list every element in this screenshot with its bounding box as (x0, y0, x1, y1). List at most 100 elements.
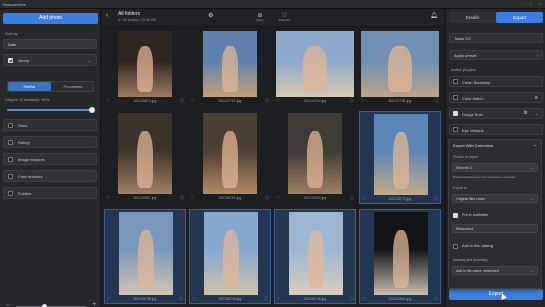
info-icon[interactable]: ⓘ (180, 98, 184, 104)
heart-icon[interactable]: ♡ (106, 195, 110, 200)
heart-icon[interactable]: ♡ (361, 98, 365, 103)
export-button[interactable]: Export (449, 289, 543, 300)
filter-checkbox[interactable] (8, 123, 13, 128)
info-icon[interactable]: ⓘ (350, 195, 354, 201)
photo-image[interactable] (288, 113, 342, 194)
subfolder-name-input[interactable]: Retouched (452, 224, 538, 233)
back-arrow-icon[interactable]: ‹ (106, 12, 108, 19)
filter-rating[interactable]: Rating (3, 136, 97, 148)
info-icon[interactable]: ⓘ (434, 196, 438, 202)
heart-icon[interactable]: ♡ (276, 195, 280, 200)
plugin-checkbox[interactable] (453, 79, 458, 84)
catalog-checkbox[interactable] (453, 244, 458, 249)
photo-image[interactable] (118, 31, 172, 97)
photo-thumbnail[interactable]: DSC04754.jpg ♡ ⓘ (274, 29, 356, 107)
photo-thumbnail[interactable]: DSC09753.jpg ♡ ⓘ (189, 111, 271, 204)
photo-thumbnail[interactable]: DSC09997.jpg ♡ ⓘ (104, 111, 186, 204)
photo-image[interactable] (361, 31, 439, 97)
filter-folders[interactable]: Folders (3, 187, 97, 199)
plugin-checkbox[interactable] (453, 127, 458, 132)
segment-processed[interactable]: Processed (52, 82, 94, 91)
plugin-clean-backdrop[interactable]: Clean Backdrop (449, 76, 543, 87)
photo-image[interactable] (374, 114, 428, 195)
photo-thumbnail[interactable]: DSC02064.jpg ♡ ⓘ (359, 209, 441, 304)
sort-select[interactable]: Date ⌄ (3, 39, 97, 49)
tasks-row[interactable]: Tasks 2/2 (449, 33, 543, 43)
info-icon[interactable]: ⓘ (265, 195, 269, 201)
filter-checkbox[interactable] (8, 157, 13, 162)
export-to-select[interactable]: Original files folder ⌄ (452, 194, 538, 203)
info-icon[interactable]: ⓘ (349, 296, 353, 302)
chevron-down-icon[interactable]: ⌄ (533, 142, 537, 148)
filter-image-features[interactable]: Image features (3, 153, 97, 165)
photo-image[interactable] (119, 212, 173, 295)
photo-thumbnail[interactable]: DSC09745.jpg ♡ ⓘ (274, 209, 356, 304)
heart-icon[interactable]: ♡ (277, 296, 281, 301)
heart-icon[interactable]: ♡ (191, 195, 195, 200)
gear-icon[interactable]: ⚙ (524, 110, 528, 116)
photo-image[interactable] (203, 113, 257, 194)
plugin-dodge-burn[interactable]: Dodge Burn ⚙ ⌄ (449, 108, 543, 119)
group-checkbox[interactable] (8, 58, 13, 63)
filter-face-features[interactable]: Face features (3, 170, 97, 182)
gear-icon[interactable]: ⚙ (534, 95, 538, 100)
chevron-down-icon[interactable]: ⌄ (535, 111, 538, 116)
heart-icon[interactable]: ♡ (362, 196, 366, 201)
maximize-icon[interactable]: □ (528, 2, 533, 6)
plugin-checkbox[interactable] (453, 111, 458, 116)
photo-thumbnail[interactable]: DSC09873.jpg ♡ ⓘ (104, 29, 186, 107)
filter-stars[interactable]: Stars (3, 119, 97, 131)
info-icon[interactable]: ⓘ (179, 296, 183, 302)
photo-image[interactable] (276, 31, 354, 97)
heart-icon[interactable]: ♡ (362, 296, 366, 301)
segment-similar[interactable]: Similar (8, 82, 51, 91)
info-icon[interactable]: ⓘ (350, 98, 354, 104)
reset-button[interactable]: ⊘ Photo (256, 12, 264, 22)
filter-checkbox[interactable] (8, 191, 13, 196)
heart-icon[interactable]: ♡ (107, 296, 111, 301)
close-icon[interactable]: × (537, 2, 542, 6)
minimize-icon[interactable]: – (520, 2, 525, 6)
photo-image[interactable] (204, 212, 258, 295)
info-icon[interactable]: ⓘ (264, 296, 268, 302)
similarity-slider[interactable] (7, 107, 95, 113)
info-icon[interactable]: ⓘ (180, 195, 184, 201)
bell-icon[interactable]: 🔔︎ (430, 12, 438, 19)
plugin-checkbox[interactable] (453, 95, 458, 100)
photo-image[interactable] (374, 212, 428, 295)
filter-checkbox[interactable] (8, 174, 13, 179)
slider-knob[interactable] (89, 107, 95, 113)
info-icon[interactable]: ⓘ (434, 296, 438, 302)
photo-thumbnail[interactable]: DSC09738.jpg ♡ ⓘ (104, 209, 186, 304)
heart-icon[interactable]: ♡ (106, 98, 110, 103)
heart-icon[interactable]: ♡ (191, 98, 195, 103)
group-toggle[interactable]: Group ⌄ (3, 54, 97, 66)
apply-preset-row[interactable]: Apply preset › (449, 50, 543, 60)
naming-select[interactable]: Add to file name: retouched ⌄ (452, 266, 538, 275)
photo-image[interactable] (203, 31, 257, 97)
model-silhouette (392, 230, 410, 289)
add-photo-button[interactable]: Add photo (3, 13, 98, 24)
info-icon[interactable]: ⓘ (265, 98, 269, 104)
photo-thumbnail[interactable]: DSC05773.jpg ♡ ⓘ (359, 111, 441, 204)
info-icon[interactable]: ⓘ (435, 98, 439, 104)
filter-checkbox[interactable] (8, 140, 13, 145)
favorite-button[interactable]: ♡ Favorite (279, 12, 290, 22)
subfolder-checkbox[interactable] (453, 213, 458, 218)
plugin-color-match[interactable]: Color Match ⚙ (449, 92, 543, 103)
photo-thumbnail[interactable]: DSC05745.jpg ♡ ⓘ (189, 209, 271, 304)
photo-thumbnail[interactable]: DSC09325.jpg ♡ ⓘ (274, 111, 356, 204)
tab-export[interactable]: Export (496, 12, 543, 23)
zoom-out-icon[interactable]: − (6, 302, 10, 307)
photo-thumbnail[interactable]: DSC07747.jpg ♡ ⓘ (189, 29, 271, 107)
photos-to-export-select[interactable]: Selected 1 ⌄ (452, 163, 538, 172)
photo-image[interactable] (118, 113, 172, 194)
tab-details[interactable]: Details (449, 12, 496, 23)
heart-icon[interactable]: ♡ (276, 98, 280, 103)
heart-icon[interactable]: ♡ (192, 296, 196, 301)
photo-image[interactable] (289, 212, 343, 295)
zoom-in-icon[interactable]: + (92, 302, 96, 307)
plugin-eye-vessels[interactable]: Eye Vessels (449, 124, 543, 135)
photo-thumbnail[interactable]: DSC07781.jpg ♡ ⓘ (359, 29, 441, 107)
gear-icon[interactable]: ⚙ (208, 12, 213, 19)
